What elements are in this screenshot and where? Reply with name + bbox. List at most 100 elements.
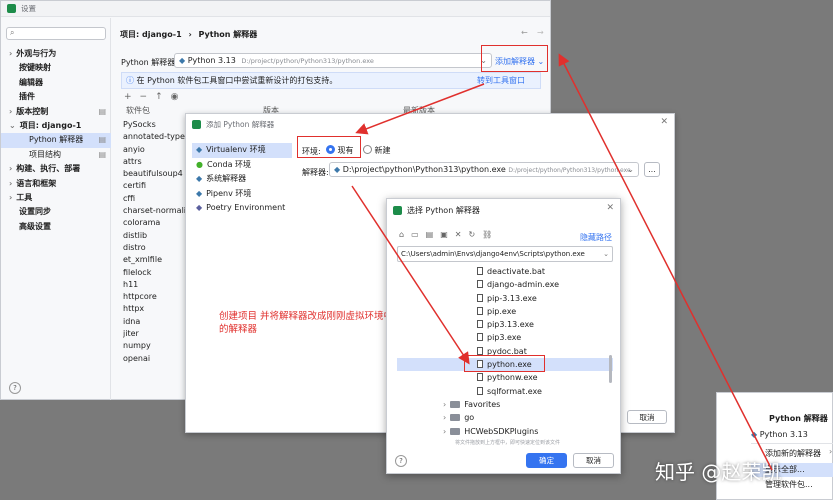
chevron-right-icon[interactable]: ›	[9, 193, 12, 202]
tree-scrollbar[interactable]	[609, 355, 612, 383]
package-row[interactable]: colorama	[123, 217, 187, 229]
sidebar-item[interactable]: 编辑器	[1, 76, 111, 90]
path-input[interactable]: C:\Users\admin\Envs\django4env\Scripts\p…	[397, 246, 613, 262]
help-button[interactable]: ?	[9, 382, 21, 394]
radio-new[interactable]: 新建	[363, 145, 391, 156]
conda-icon: ●	[196, 159, 203, 169]
chevron-right-icon[interactable]: ›	[9, 49, 12, 58]
package-row[interactable]: distro	[123, 242, 187, 254]
package-row[interactable]: cffi	[123, 193, 187, 205]
package-row[interactable]: httpcore	[123, 291, 187, 303]
refresh-icon[interactable]: ↻	[468, 230, 475, 239]
new-folder-icon[interactable]: ▣	[440, 230, 448, 239]
sidebar-item[interactable]: Python 解释器 ▤	[1, 133, 111, 148]
drop-hint: 将文件拖放到上方框中，即可快速定位到该文件	[455, 440, 561, 446]
remove-icon[interactable]: −	[140, 92, 148, 102]
env-type-item[interactable]: ● Conda 环境	[192, 158, 292, 173]
file-chooser-dialog: 选择 Python 解释器 ✕ ⌂ ▭ ▤ ▣ ✕ ↻ ⛓ 隐藏路径 C:\Us…	[386, 198, 621, 474]
interpreter-select[interactable]: ◆ Python 3.13 D:/project/python/Python31…	[174, 53, 492, 68]
package-row[interactable]: beautifulsoup4	[123, 168, 187, 180]
file-name: pip3.13.exe	[487, 320, 534, 330]
sidebar-item[interactable]: 项目结构 ▤	[1, 148, 111, 162]
package-row[interactable]: annotated-types	[123, 131, 187, 143]
file-item[interactable]: pip-3.13.exe	[397, 292, 613, 305]
file-item[interactable]: pythonw.exe	[397, 371, 613, 384]
file-item[interactable]: pip3.exe	[397, 331, 613, 344]
popup-current-label: Python 3.13	[759, 430, 808, 439]
sidebar-item[interactable]: › 构建、执行、部署	[1, 162, 111, 176]
chevron-right-icon[interactable]: ›	[9, 107, 12, 116]
sidebar-item[interactable]: › 工具	[1, 191, 111, 205]
chooser-help-button[interactable]: ?	[395, 455, 407, 467]
home-icon[interactable]: ⌂	[399, 230, 404, 239]
ok-button[interactable]: 确定	[526, 453, 567, 468]
add-interpreter-select[interactable]: ◆ D:\project\python\Python313\python.exe…	[329, 162, 639, 177]
sidebar-item[interactable]: 设置同步	[1, 205, 111, 219]
system-python-icon: ◆	[196, 174, 203, 183]
chevron-down-icon[interactable]: ⌄	[9, 121, 16, 130]
env-type-item[interactable]: ◆ Poetry Environment	[192, 201, 292, 216]
package-row[interactable]: jiter	[123, 328, 187, 340]
package-row[interactable]: numpy	[123, 340, 187, 352]
package-row[interactable]: openai	[123, 353, 187, 365]
sidebar-item[interactable]: › 外观与行为	[1, 47, 111, 61]
package-row[interactable]: charset-normalizer	[123, 205, 187, 217]
package-row[interactable]: distlib	[123, 230, 187, 242]
chevron-right-icon[interactable]: ›	[443, 427, 446, 436]
desktop-icon[interactable]: ▭	[411, 230, 419, 239]
sidebar-item[interactable]: › 版本控制 ▤	[1, 105, 111, 119]
package-row[interactable]: httpx	[123, 303, 187, 315]
browse-button[interactable]: ...	[644, 162, 660, 177]
upgrade-icon[interactable]: ↑	[155, 92, 163, 102]
file-name: pip3.exe	[487, 333, 522, 343]
sidebar-item[interactable]: 插件	[1, 90, 111, 104]
folder-item[interactable]: › go	[397, 411, 613, 424]
python-icon: ◆	[334, 165, 341, 174]
add-dialog-cancel-button[interactable]: 取消	[627, 410, 667, 424]
folder-item[interactable]: › HCWebSDKPlugins	[397, 425, 613, 438]
folder-item[interactable]: › Favorites	[397, 398, 613, 411]
delete-icon[interactable]: ✕	[455, 230, 462, 239]
close-icon[interactable]: ✕	[606, 203, 614, 213]
popup-current[interactable]: ◆ Python 3.13	[751, 430, 808, 439]
file-item[interactable]: pip.exe	[397, 305, 613, 318]
chooser-cancel-button[interactable]: 取消	[573, 453, 614, 468]
settings-search-input[interactable]: ⌕	[6, 27, 106, 40]
project-icon[interactable]: ▤	[426, 230, 434, 239]
package-row[interactable]: attrs	[123, 156, 187, 168]
package-row[interactable]: et_xmlfile	[123, 254, 187, 266]
hide-path-link[interactable]: 隐藏路径	[580, 232, 612, 243]
sidebar-item[interactable]: 按键映射	[1, 61, 111, 75]
nav-back-icon[interactable]: ←	[521, 28, 528, 37]
package-row[interactable]: h11	[123, 279, 187, 291]
env-type-item[interactable]: ◆ Virtualenv 环境	[192, 143, 292, 158]
sidebar-item[interactable]: ⌄ 项目: django-1	[1, 119, 111, 133]
env-type-item[interactable]: ◆ 系统解释器	[192, 172, 292, 187]
chevron-right-icon[interactable]: ›	[443, 400, 446, 409]
sidebar-item[interactable]: 高级设置	[1, 220, 111, 234]
package-row[interactable]: anyio	[123, 144, 187, 156]
sidebar-item[interactable]: › 语言和框架	[1, 177, 111, 191]
sidebar-item-label: 工具	[16, 192, 33, 202]
package-row[interactable]: idna	[123, 316, 187, 328]
file-icon	[477, 293, 483, 302]
nav-forward-icon[interactable]: →	[537, 28, 544, 37]
package-row[interactable]: filelock	[123, 267, 187, 279]
add-icon[interactable]: +	[124, 92, 132, 102]
chevron-right-icon[interactable]: ›	[9, 179, 12, 188]
eye-icon[interactable]: ◉	[171, 92, 179, 102]
file-item[interactable]: sqlformat.exe	[397, 385, 613, 398]
env-type-item[interactable]: ◆ Pipenv 环境	[192, 187, 292, 202]
package-row[interactable]: PySocks	[123, 119, 187, 131]
file-item[interactable]: pip3.13.exe	[397, 318, 613, 331]
file-item[interactable]: django-admin.exe	[397, 278, 613, 291]
package-row[interactable]: certifi	[123, 180, 187, 192]
banner-link[interactable]: 转到工具窗口	[477, 73, 525, 88]
chevron-right-icon[interactable]: ›	[443, 413, 446, 422]
chevron-down-icon: ⌄	[603, 247, 609, 261]
settings-sidebar: ⌕ › 外观与行为 按键映射 编辑器 插件 › 版本控制 ▤ ⌄ 项目: django-1 Pyth…	[1, 18, 111, 400]
chevron-right-icon[interactable]: ›	[9, 164, 12, 173]
link-icon[interactable]: ⛓	[482, 230, 492, 239]
close-icon[interactable]: ✕	[660, 117, 668, 127]
file-item[interactable]: deactivate.bat	[397, 265, 613, 278]
